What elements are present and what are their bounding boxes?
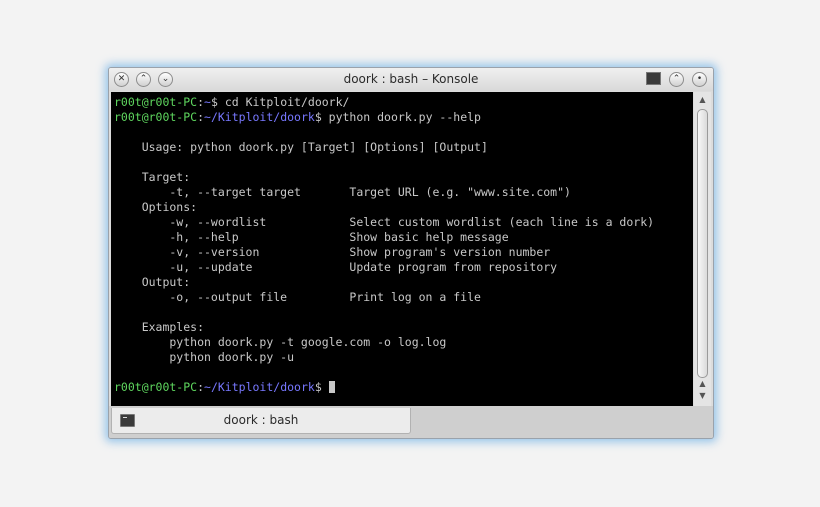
prompt-path: ~/Kitploit/doork: [204, 380, 315, 394]
title-bar[interactable]: ✕ ⌃ ⌄ doork : bash – Konsole ⌃ •: [109, 68, 713, 91]
command-text: $ cd Kitploit/doork/: [210, 95, 350, 109]
vertical-scrollbar[interactable]: ▲ ▲ ▼: [694, 92, 711, 406]
command-text: $: [314, 380, 329, 394]
command-text: $ python doork.py --help: [314, 110, 481, 124]
window-title: doork : bash – Konsole: [343, 72, 479, 86]
scroll-up-icon-lower[interactable]: ▲: [694, 378, 711, 390]
prompt-path: ~/Kitploit/doork: [204, 110, 315, 124]
prompt-user-host: r00t@r00t-PC: [114, 110, 198, 124]
tab-bar: doork : bash: [109, 406, 713, 438]
prompt-separator: :: [197, 110, 205, 124]
terminal-app-icon[interactable]: [646, 72, 661, 85]
terminal-output: r00t@r00t-PC:~$ cd Kitploit/doork/ r00t@…: [114, 95, 654, 395]
tab-doork-bash[interactable]: doork : bash: [111, 408, 411, 434]
text-cursor: [328, 381, 335, 393]
window-menu-icon[interactable]: •: [692, 72, 707, 87]
help-output: Usage: python doork.py [Target] [Options…: [141, 140, 655, 364]
prompt-user-host: r00t@r00t-PC: [114, 95, 198, 109]
prompt-path: ~: [204, 95, 211, 109]
keep-above-icon[interactable]: ⌃: [669, 72, 684, 87]
terminal-view[interactable]: r00t@r00t-PC:~$ cd Kitploit/doork/ r00t@…: [111, 92, 693, 406]
tab-label: doork : bash: [223, 413, 299, 427]
scroll-down-icon[interactable]: ▼: [694, 390, 711, 402]
prompt-user-host: r00t@r00t-PC: [114, 380, 198, 394]
scroll-up-icon[interactable]: ▲: [694, 94, 711, 106]
konsole-window: ✕ ⌃ ⌄ doork : bash – Konsole ⌃ • r00t@r0…: [108, 67, 714, 439]
prompt-separator: :: [197, 95, 205, 109]
scrollbar-thumb[interactable]: [697, 109, 708, 378]
prompt-separator: :: [197, 380, 205, 394]
